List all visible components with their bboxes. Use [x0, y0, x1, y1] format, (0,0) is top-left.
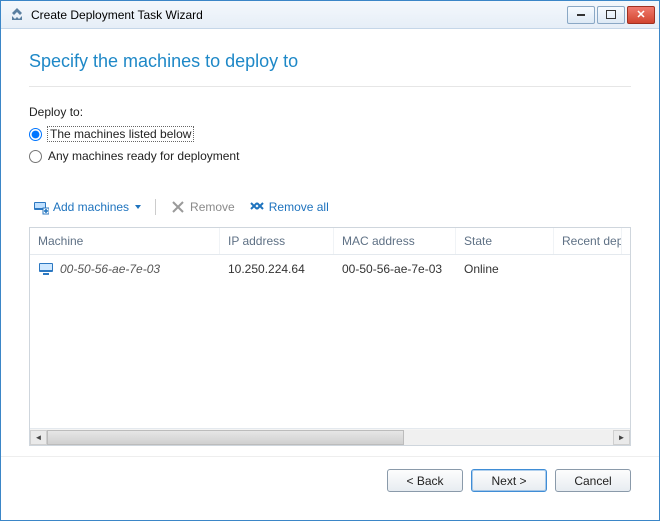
toolbar-separator [155, 199, 156, 215]
radio-any-input[interactable] [29, 150, 42, 163]
scroll-thumb[interactable] [47, 430, 404, 445]
content-area: Specify the machines to deploy to Deploy… [1, 29, 659, 520]
cell-machine-text: 00-50-56-ae-7e-03 [60, 262, 160, 276]
titlebar[interactable]: Create Deployment Task Wizard ✕ [1, 1, 659, 29]
close-button[interactable]: ✕ [627, 6, 655, 24]
radio-listed[interactable]: The machines listed below [29, 127, 631, 141]
cell-mac: 00-50-56-ae-7e-03 [334, 260, 456, 278]
radio-any[interactable]: Any machines ready for deployment [29, 149, 631, 163]
computer-icon [38, 261, 54, 277]
minimize-button[interactable] [567, 6, 595, 24]
back-button[interactable]: < Back [387, 469, 463, 492]
window-title: Create Deployment Task Wizard [31, 8, 567, 22]
cell-ip: 10.250.224.64 [220, 260, 334, 278]
add-machines-icon [33, 199, 49, 215]
cell-state: Online [456, 260, 554, 278]
add-machines-button[interactable]: Add machines [29, 197, 145, 217]
remove-all-icon [249, 199, 265, 215]
remove-button: Remove [166, 197, 239, 217]
col-state[interactable]: State [456, 228, 554, 254]
col-mac[interactable]: MAC address [334, 228, 456, 254]
add-machines-label: Add machines [53, 200, 129, 214]
machines-grid: Machine IP address MAC address State Rec… [29, 227, 631, 446]
remove-all-label: Remove all [269, 200, 329, 214]
col-ip[interactable]: IP address [220, 228, 334, 254]
table-row[interactable]: 00-50-56-ae-7e-03 10.250.224.64 00-50-56… [30, 255, 630, 283]
grid-header: Machine IP address MAC address State Rec… [30, 228, 630, 255]
cell-machine: 00-50-56-ae-7e-03 [30, 259, 220, 279]
radio-listed-input[interactable] [29, 128, 42, 141]
deploy-to-label: Deploy to: [29, 105, 631, 119]
col-recent[interactable]: Recent dep [554, 228, 622, 254]
wizard-icon [9, 7, 25, 23]
radio-listed-label: The machines listed below [48, 127, 193, 141]
page-heading: Specify the machines to deploy to [29, 51, 631, 72]
remove-label: Remove [190, 200, 235, 214]
chevron-down-icon [135, 205, 141, 209]
horizontal-scrollbar[interactable]: ◄ ► [30, 428, 630, 445]
scroll-left-button[interactable]: ◄ [30, 430, 47, 445]
remove-all-button[interactable]: Remove all [245, 197, 333, 217]
divider [29, 86, 631, 87]
next-button[interactable]: Next > [471, 469, 547, 492]
machines-toolbar: Add machines Remove Remove all [29, 197, 631, 217]
scroll-track[interactable] [47, 430, 613, 445]
wizard-footer: < Back Next > Cancel [1, 456, 659, 508]
maximize-button[interactable] [597, 6, 625, 24]
wizard-window: Create Deployment Task Wizard ✕ Specify … [0, 0, 660, 521]
col-machine[interactable]: Machine [30, 228, 220, 254]
radio-any-label: Any machines ready for deployment [48, 149, 239, 163]
grid-body: 00-50-56-ae-7e-03 10.250.224.64 00-50-56… [30, 255, 630, 428]
remove-icon [170, 199, 186, 215]
scroll-right-button[interactable]: ► [613, 430, 630, 445]
window-controls: ✕ [567, 6, 655, 24]
cell-recent [554, 267, 622, 271]
cancel-button[interactable]: Cancel [555, 469, 631, 492]
